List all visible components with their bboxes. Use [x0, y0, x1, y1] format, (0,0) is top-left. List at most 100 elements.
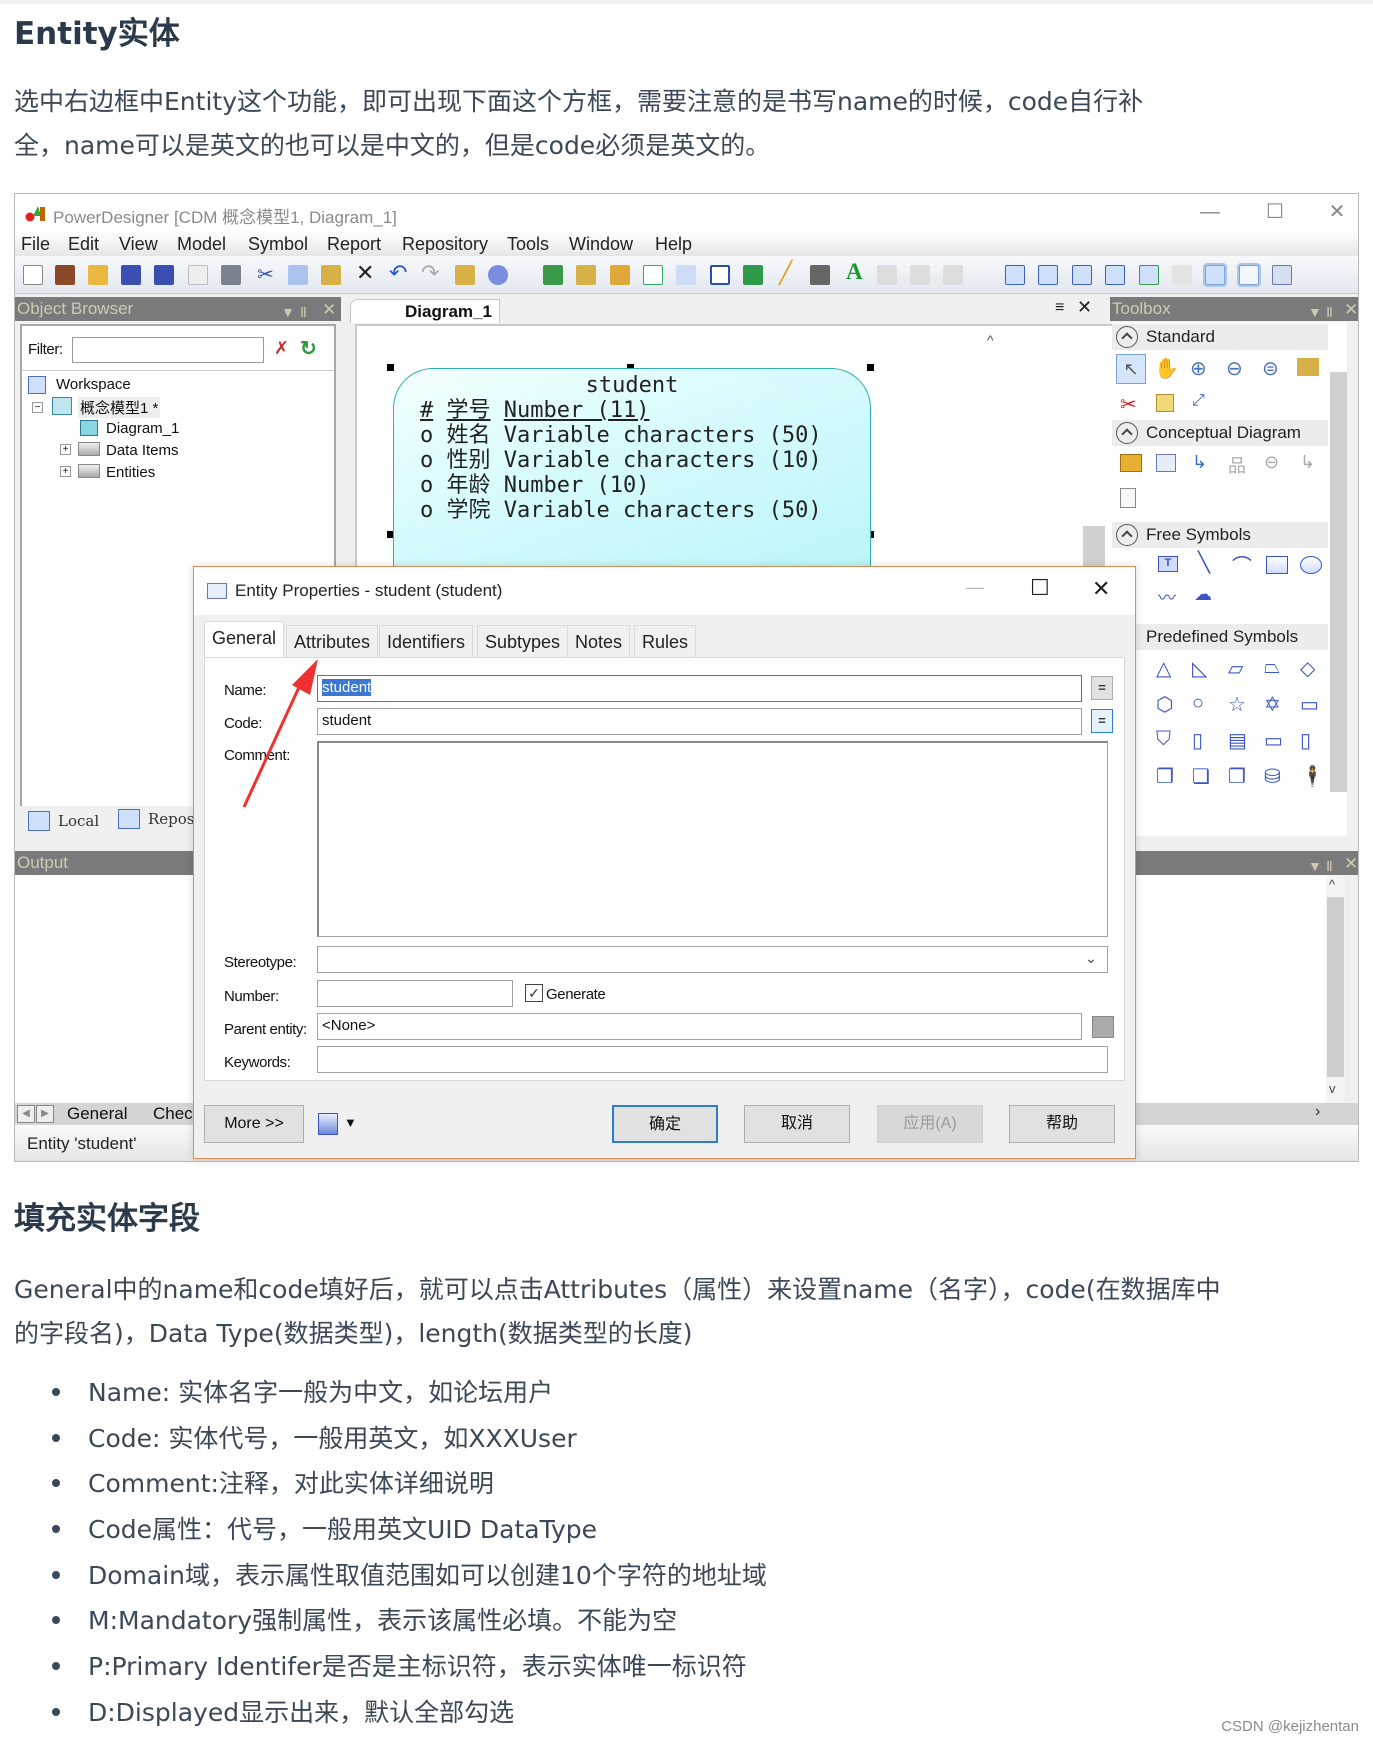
menu-model[interactable]: Model — [177, 234, 226, 255]
menu-view[interactable]: View — [119, 234, 158, 255]
selection-handle[interactable] — [387, 364, 394, 371]
menu-file[interactable]: File — [21, 234, 50, 255]
zoom-fit-icon[interactable]: ⊜ — [1262, 356, 1279, 381]
tab-general[interactable]: General — [204, 621, 285, 658]
card-symbol-icon[interactable]: ▭ — [1300, 692, 1319, 717]
octagon-symbol-icon[interactable]: ○ — [1192, 692, 1204, 715]
menu-window[interactable]: Window — [569, 234, 633, 255]
shield-symbol-icon[interactable]: ⛉ — [1156, 728, 1171, 751]
toolbox-scrollbar[interactable] — [1330, 372, 1347, 792]
pin-icon[interactable]: Ⅱ — [300, 300, 307, 324]
result-list-icon[interactable] — [1272, 265, 1292, 285]
undo-icon[interactable]: ↶ — [389, 260, 407, 286]
panel-close-icon[interactable]: ✕ — [322, 298, 336, 322]
inheritance-tool-icon[interactable]: 品 — [1228, 452, 1246, 478]
package-tool-icon[interactable] — [1120, 454, 1142, 472]
menu-help[interactable]: Help — [655, 234, 692, 255]
pointer-tool-icon[interactable]: ↖ — [1116, 354, 1146, 384]
zoom-in-icon[interactable]: ⊕ — [1190, 356, 1207, 381]
dropdown-arrow-icon[interactable]: ▼ — [344, 1115, 357, 1130]
properties-icon[interactable] — [455, 265, 475, 285]
entity-attribute-row[interactable]: o 性别 Variable characters (10) — [420, 448, 870, 473]
page-symbol-icon[interactable]: ▯ — [1300, 728, 1311, 753]
tab-general[interactable]: General — [67, 1104, 127, 1124]
panel-menu-icon[interactable]: ▼ — [281, 300, 295, 324]
page-view-icon[interactable] — [1072, 265, 1092, 285]
scroll-down-icon[interactable]: v — [1329, 1081, 1336, 1096]
dialog-maximize-button[interactable]: ☐ — [1030, 575, 1050, 601]
folder-symbol-icon[interactable]: ▭ — [1264, 728, 1283, 753]
polyline-tool-icon[interactable]: 〰 — [1158, 584, 1176, 610]
print-icon[interactable] — [221, 265, 241, 285]
dialog-minimize-button[interactable]: — — [966, 577, 984, 598]
entity-student[interactable]: student # 学号 Number (11) o 姓名 Variable ch… — [393, 368, 871, 588]
align-left-icon[interactable] — [910, 265, 930, 285]
clear-filter-icon[interactable]: ✗ — [274, 338, 289, 359]
zoom-out-icon[interactable]: ⊖ — [1226, 356, 1243, 381]
keywords-input[interactable] — [317, 1046, 1108, 1073]
tab-repository[interactable]: Reposi — [148, 810, 199, 828]
multi-doc-symbol-icon[interactable]: ❐ — [1156, 764, 1174, 789]
delete-icon[interactable]: ✕ — [356, 260, 374, 286]
collapse-section-icon[interactable] — [1116, 524, 1138, 546]
name-code-sync-button[interactable]: = — [1091, 676, 1113, 700]
maximize-button[interactable]: ☐ — [1250, 198, 1300, 226]
line-tool-icon[interactable]: ╲ — [1198, 550, 1210, 575]
arc-tool-icon[interactable]: ⌒ — [1232, 550, 1252, 579]
menu-edit[interactable]: Edit — [68, 234, 99, 255]
star6-symbol-icon[interactable]: ✡ — [1264, 692, 1281, 717]
tab-check[interactable]: Chec — [153, 1104, 193, 1124]
parent-entity-properties-icon[interactable] — [1092, 1016, 1114, 1038]
tab-local[interactable]: Local — [58, 812, 99, 830]
cut-icon[interactable]: ✂ — [257, 262, 274, 287]
tab-rules[interactable]: Rules — [634, 625, 697, 657]
tab-scroll-left-icon[interactable]: ◀ — [17, 1105, 35, 1123]
scroll-up-icon[interactable]: ^ — [987, 332, 994, 348]
entity-attribute-row[interactable]: o 学院 Variable characters (50) — [420, 498, 870, 523]
check-model-icon[interactable] — [676, 265, 696, 285]
print-preview-icon[interactable] — [188, 265, 208, 285]
compare-icon[interactable] — [1172, 265, 1192, 285]
tree-workspace[interactable]: Workspace — [56, 376, 131, 393]
tree-diagram[interactable]: Diagram_1 — [106, 420, 179, 437]
entity-attribute-row[interactable]: o 姓名 Variable characters (50) — [420, 423, 870, 448]
association-tool-icon[interactable]: ⊖ — [1264, 452, 1279, 473]
stack-symbol-icon[interactable]: ❐ — [1228, 764, 1246, 789]
refresh-icon[interactable] — [643, 265, 663, 285]
diagram-canvas[interactable]: ^ student # 学号 Number (11) o 姓名 Variable … — [355, 324, 1115, 588]
trapezoid-symbol-icon[interactable]: ⏢ — [1264, 656, 1280, 679]
ok-button[interactable]: 确定 — [612, 1105, 718, 1143]
association-link-tool-icon[interactable]: ↳ — [1300, 452, 1315, 473]
scroll-right-icon[interactable]: › — [1315, 1103, 1320, 1121]
find-icon[interactable] — [610, 265, 630, 285]
paste-icon[interactable] — [321, 265, 341, 285]
process-symbol-icon[interactable]: ▯ — [1192, 728, 1203, 753]
chevron-down-icon[interactable]: ⌄ — [1085, 950, 1097, 967]
font-icon[interactable]: A — [846, 259, 863, 285]
new-project-icon[interactable] — [55, 265, 75, 285]
import-icon[interactable] — [576, 265, 596, 285]
redo-icon[interactable]: ↷ — [421, 260, 439, 286]
toolbox-section-free-symbols[interactable]: Free Symbols — [1112, 522, 1328, 548]
tab-notes[interactable]: Notes — [567, 625, 631, 657]
help-icon[interactable] — [488, 265, 508, 285]
tab-attributes[interactable]: Attributes — [286, 625, 379, 657]
open-icon[interactable] — [88, 265, 108, 285]
minimize-button[interactable]: — — [1185, 198, 1235, 226]
diagram-close-icon[interactable]: ✕ — [1077, 297, 1092, 318]
triangle-symbol-icon[interactable]: △ — [1156, 656, 1171, 681]
save-all-icon[interactable] — [154, 265, 174, 285]
tree-data-items[interactable]: Data Items — [106, 442, 179, 459]
close-button[interactable]: ✕ — [1312, 198, 1358, 226]
number-input[interactable] — [317, 980, 513, 1007]
table-symbol-icon[interactable]: ▤ — [1228, 728, 1247, 753]
tab-subtypes[interactable]: Subtypes — [477, 625, 569, 657]
selection-handle[interactable] — [867, 364, 874, 371]
link-tool-icon[interactable]: ⤢ — [1192, 392, 1205, 410]
help-button[interactable]: 帮助 — [1009, 1105, 1115, 1143]
delete-tool-icon[interactable]: ✂ — [1120, 392, 1137, 417]
filter-input[interactable] — [72, 337, 264, 363]
parent-entity-input[interactable]: <None> — [317, 1013, 1082, 1040]
generate-checkbox[interactable]: ✓ — [525, 984, 543, 1002]
toolbox-section-conceptual[interactable]: Conceptual Diagram — [1112, 420, 1328, 446]
